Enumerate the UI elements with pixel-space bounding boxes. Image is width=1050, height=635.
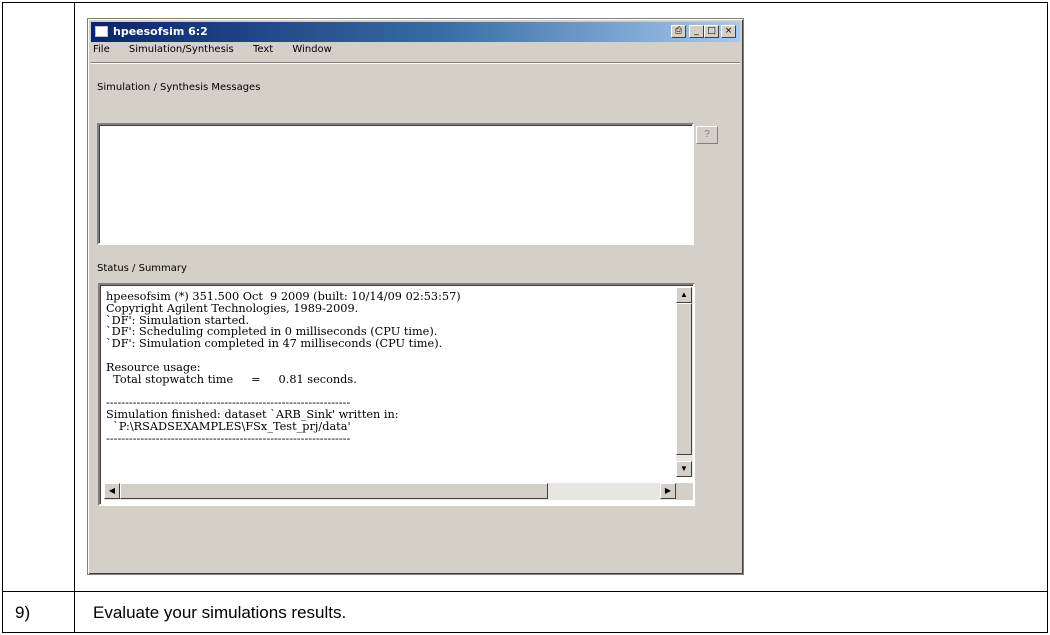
title-bar[interactable]: hpeesofsim 6:2 ⎙ _ □ × xyxy=(91,22,740,42)
status-log-line: `DF': Simulation completed in 47 millise… xyxy=(106,337,443,351)
step-number: 9) xyxy=(15,603,31,622)
menu-simulation-synthesis[interactable]: Simulation/Synthesis xyxy=(127,44,236,55)
print-button[interactable]: ⎙ xyxy=(671,25,686,38)
status-log-line: `P:\RSADSEXAMPLES\FSx_Test_prj/data' xyxy=(106,419,351,433)
menu-file[interactable]: File xyxy=(91,44,112,55)
close-button[interactable]: × xyxy=(721,25,736,38)
menu-bar: File Simulation/Synthesis Text Window xyxy=(91,44,346,60)
horizontal-scroll-thumb[interactable] xyxy=(120,483,548,499)
row-divider xyxy=(3,591,1047,592)
status-log-line: ----------------------------------------… xyxy=(106,431,351,445)
scroll-down-arrow-icon[interactable]: ▼ xyxy=(676,461,692,477)
status-log-line: Total stopwatch time = 0.81 seconds. xyxy=(106,372,357,386)
maximize-button[interactable]: □ xyxy=(704,25,719,38)
scroll-left-arrow-icon[interactable]: ◀ xyxy=(104,483,120,499)
menu-text[interactable]: Text xyxy=(251,44,275,55)
vertical-scrollbar[interactable]: ▲ ▼ xyxy=(676,287,693,477)
status-log-line: Simulation finished: dataset `ARB_Sink' … xyxy=(106,407,399,421)
window-title: hpeesofsim 6:2 xyxy=(113,25,208,38)
scroll-right-arrow-icon[interactable]: ▶ xyxy=(660,483,676,499)
horizontal-scrollbar[interactable]: ◀ ▶ xyxy=(104,483,676,500)
status-area[interactable]: hpeesofsim (*) 351.500 Oct 9 2009 (built… xyxy=(98,283,695,506)
scroll-corner xyxy=(676,483,693,500)
column-divider xyxy=(74,3,75,632)
minimize-button[interactable]: _ xyxy=(689,25,704,38)
app-icon xyxy=(95,26,108,37)
status-log-line: Resource usage: xyxy=(106,360,201,374)
status-label: Status / Summary xyxy=(97,263,187,274)
status-log-line: Copyright Agilent Technologies, 1989-200… xyxy=(106,301,359,315)
vertical-scroll-thumb[interactable] xyxy=(676,303,692,455)
status-log: hpeesofsim (*) 351.500 Oct 9 2009 (built… xyxy=(106,291,676,477)
help-button[interactable]: ? xyxy=(696,126,718,144)
simulator-window: hpeesofsim 6:2 ⎙ _ □ × File Simulation/S… xyxy=(87,18,744,575)
messages-label: Simulation / Synthesis Messages xyxy=(97,82,261,93)
messages-area[interactable] xyxy=(97,123,694,245)
scroll-up-arrow-icon[interactable]: ▲ xyxy=(676,287,692,303)
menu-window[interactable]: Window xyxy=(290,44,333,55)
status-log-line xyxy=(106,350,676,362)
step-instruction: Evaluate your simulations results. xyxy=(93,603,347,622)
menu-separator xyxy=(91,62,740,64)
